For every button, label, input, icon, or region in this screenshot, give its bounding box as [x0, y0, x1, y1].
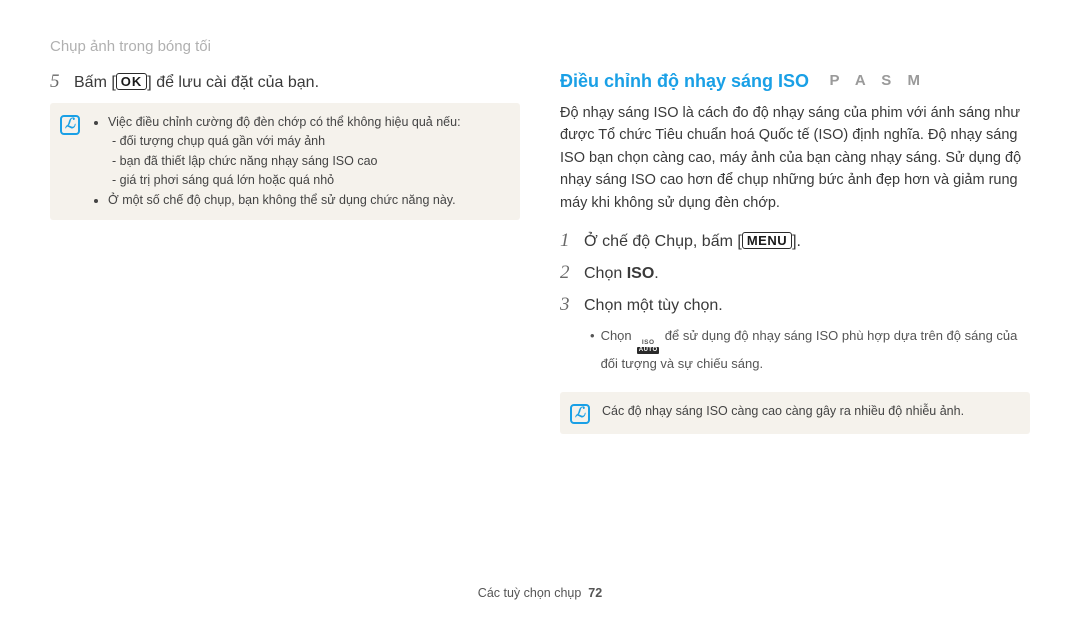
step-number: 2: [560, 262, 574, 284]
iso-description: Độ nhạy sáng ISO là cách đo độ nhạy sáng…: [560, 102, 1030, 214]
ok-button-label: OK: [116, 73, 148, 90]
sub-text-post: để sử dụng độ nhạy sáng ISO phù hợp dựa …: [601, 328, 1018, 371]
step-text-pre: Ở chế độ Chụp, bấm [: [584, 233, 742, 250]
note-box-flash: ℒ Việc điều chỉnh cường độ đèn chớp có t…: [50, 103, 520, 220]
page-footer: Các tuỳ chọn chụp 72: [0, 586, 1080, 600]
step-text-post: ] để lưu cài đặt của bạn.: [147, 74, 319, 91]
step-2: 2 Chọn ISO.: [560, 262, 1030, 284]
note-subbullet: giá trị phơi sáng quá lớn hoặc quá nhỏ: [112, 171, 461, 190]
section-title-iso: Điều chỉnh độ nhạy sáng ISO: [560, 71, 809, 91]
note-box-iso: ℒ Các độ nhạy sáng ISO càng cao càng gây…: [560, 392, 1030, 434]
right-column: Điều chỉnh độ nhạy sáng ISO P A S M Độ n…: [560, 71, 1030, 434]
note-bullet: Việc điều chỉnh cường độ đèn chớp có thể…: [108, 113, 461, 191]
note-bullet: Ở một số chế độ chụp, bạn không thể sử d…: [108, 191, 461, 210]
mode-indicator: P A S M: [829, 72, 925, 89]
step-text-post: ].: [792, 233, 801, 250]
step-text-post: .: [654, 265, 658, 282]
step-text: Chọn một tùy chọn.: [584, 297, 723, 315]
menu-button-label: MENU: [742, 232, 792, 249]
iso-auto-icon: ISOAUTO: [637, 340, 659, 354]
note-subbullet: bạn đã thiết lập chức năng nhạy sáng ISO…: [112, 152, 461, 171]
step-3-subbullet: • Chọn ISOAUTO để sử dụng độ nhạy sáng I…: [560, 326, 1030, 373]
note-subbullet: đối tượng chụp quá gần với máy ảnh: [112, 132, 461, 151]
step-text-pre: Bấm [: [74, 74, 116, 91]
info-icon: ℒ: [60, 115, 80, 135]
step-3: 3 Chọn một tùy chọn.: [560, 294, 1030, 316]
footer-label: Các tuỳ chọn chụp: [478, 586, 582, 600]
step-5: 5 Bấm [OK] để lưu cài đặt của bạn.: [50, 71, 520, 93]
info-icon: ℒ: [570, 404, 590, 424]
note-text: Các độ nhạy sáng ISO càng cao càng gây r…: [602, 402, 964, 421]
step-text-pre: Chọn: [584, 265, 627, 282]
step-number: 3: [560, 294, 574, 316]
left-column: 5 Bấm [OK] để lưu cài đặt của bạn. ℒ Việ…: [50, 71, 520, 434]
bullet-dot: •: [590, 326, 595, 373]
sub-text-pre: Chọn: [601, 328, 636, 343]
iso-label: ISO: [627, 265, 655, 282]
breadcrumb: Chụp ảnh trong bóng tối: [50, 38, 1030, 55]
step-1: 1 Ở chế độ Chụp, bấm [MENU].: [560, 230, 1030, 252]
page-number: 72: [588, 586, 602, 600]
step-number: 1: [560, 230, 574, 252]
step-number: 5: [50, 71, 64, 93]
